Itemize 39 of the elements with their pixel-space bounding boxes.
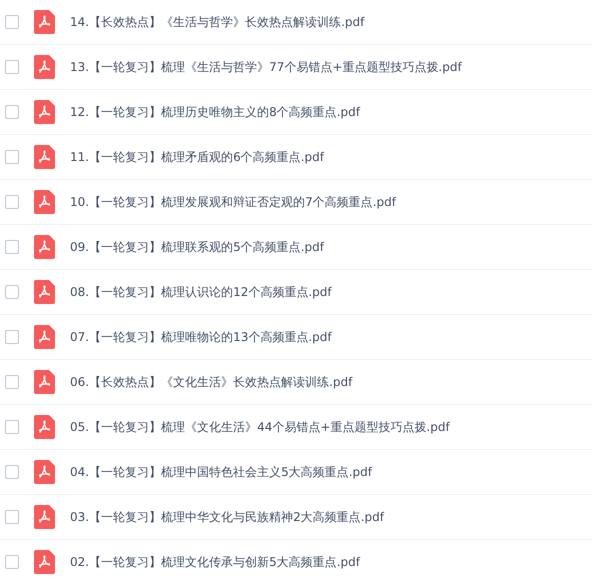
checkbox[interactable] xyxy=(5,15,19,29)
pdf-file-icon xyxy=(34,100,55,124)
file-name[interactable]: 03.【一轮复习】梳理中华文化与民族精神2大高频重点.pdf xyxy=(70,508,384,526)
checkbox[interactable] xyxy=(5,330,19,344)
file-name[interactable]: 02.【一轮复习】梳理文化传承与创新5大高频重点.pdf xyxy=(70,553,360,571)
file-name[interactable]: 07.【一轮复习】梳理唯物论的13个高频重点.pdf xyxy=(70,328,332,346)
pdf-file-icon xyxy=(34,460,55,484)
pdf-file-icon xyxy=(34,55,55,79)
pdf-file-icon xyxy=(34,280,55,304)
file-name[interactable]: 08.【一轮复习】梳理认识论的12个高频重点.pdf xyxy=(70,283,332,301)
checkbox[interactable] xyxy=(5,60,19,74)
pdf-file-icon xyxy=(34,370,55,394)
file-name[interactable]: 04.【一轮复习】梳理中国特色社会主义5大高频重点.pdf xyxy=(70,463,372,481)
file-name[interactable]: 10.【一轮复习】梳理发展观和辩证否定观的7个高频重点.pdf xyxy=(70,193,396,211)
checkbox[interactable] xyxy=(5,420,19,434)
file-name[interactable]: 13.【一轮复习】梳理《生活与哲学》77个易错点+重点题型技巧点拨.pdf xyxy=(70,58,462,76)
file-name[interactable]: 09.【一轮复习】梳理联系观的5个高频重点.pdf xyxy=(70,238,324,256)
file-name[interactable]: 11.【一轮复习】梳理矛盾观的6个高频重点.pdf xyxy=(70,148,324,166)
pdf-file-icon xyxy=(34,550,55,574)
pdf-file-icon xyxy=(34,415,55,439)
file-name[interactable]: 05.【一轮复习】梳理《文化生活》44个易错点+重点题型技巧点拨.pdf xyxy=(70,418,450,436)
checkbox[interactable] xyxy=(5,555,19,569)
checkbox[interactable] xyxy=(5,240,19,254)
checkbox[interactable] xyxy=(5,285,19,299)
pdf-file-icon xyxy=(34,10,55,34)
file-name[interactable]: 14.【长效热点】《生活与哲学》长效热点解读训练.pdf xyxy=(70,13,364,31)
pdf-file-icon xyxy=(34,235,55,259)
pdf-file-icon xyxy=(34,190,55,214)
pdf-file-icon xyxy=(34,505,55,529)
checkbox[interactable] xyxy=(5,150,19,164)
checkbox[interactable] xyxy=(5,105,19,119)
checkbox[interactable] xyxy=(5,195,19,209)
pdf-file-icon xyxy=(34,325,55,349)
pdf-file-icon xyxy=(34,145,55,169)
file-name[interactable]: 06.【长效热点】《文化生活》长效热点解读训练.pdf xyxy=(70,373,352,391)
file-name[interactable]: 12.【一轮复习】梳理历史唯物主义的8个高频重点.pdf xyxy=(70,103,360,121)
checkbox[interactable] xyxy=(5,465,19,479)
checkbox[interactable] xyxy=(5,510,19,524)
checkbox[interactable] xyxy=(5,375,19,389)
